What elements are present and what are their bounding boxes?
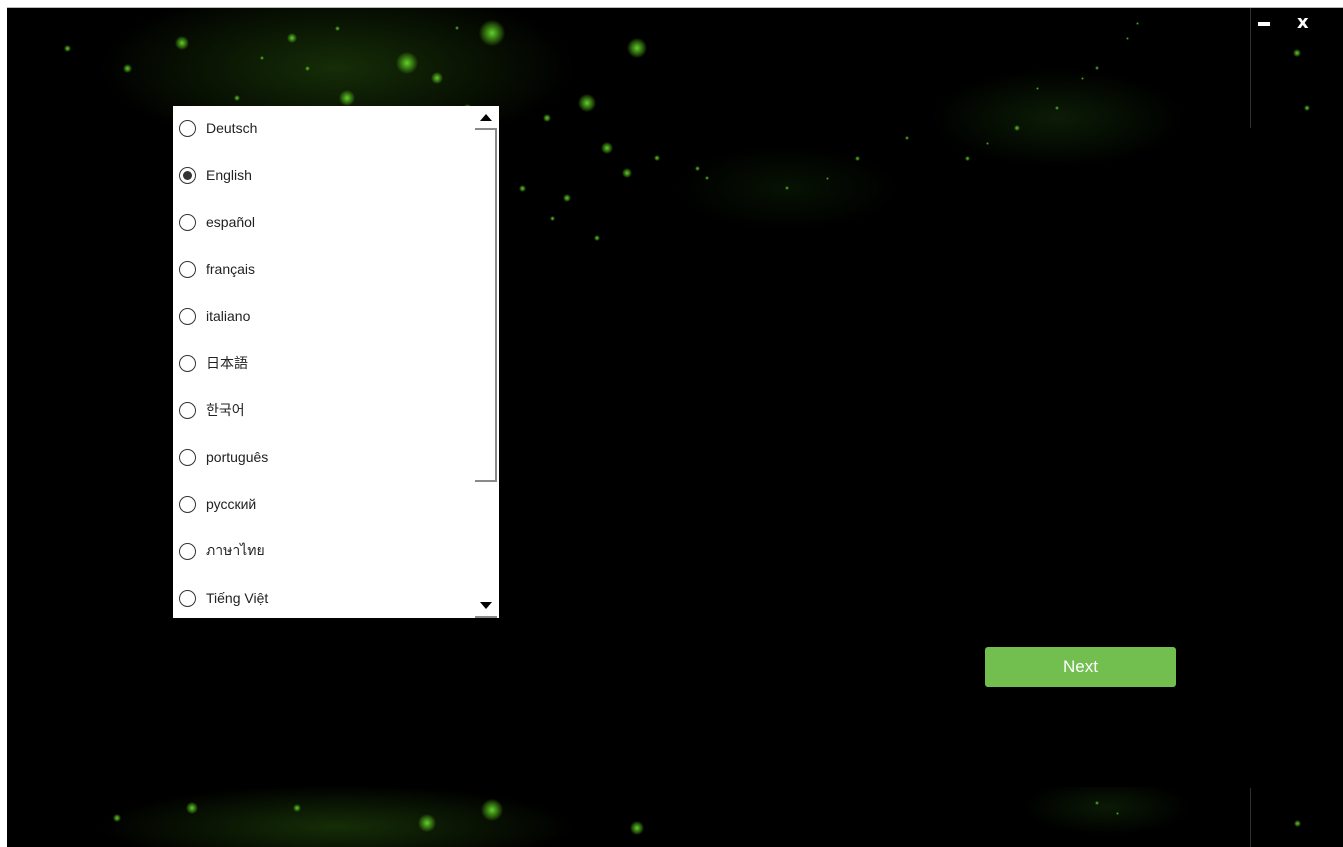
bokeh-dot bbox=[1115, 811, 1119, 815]
bokeh-dot bbox=[1035, 86, 1039, 90]
bokeh-dot bbox=[518, 184, 526, 192]
language-option[interactable]: ภาษาไทย bbox=[173, 536, 473, 566]
arrow-up-icon bbox=[480, 113, 492, 121]
scroll-up-button[interactable] bbox=[475, 106, 497, 130]
language-option-label: español bbox=[206, 214, 256, 230]
installer-window: x Deutsch English español français italiano 日… bbox=[7, 7, 1343, 847]
language-option[interactable]: English bbox=[173, 160, 473, 190]
language-option[interactable]: 한국어 bbox=[173, 395, 473, 425]
bokeh-dot bbox=[964, 155, 970, 161]
bokeh-dot bbox=[1135, 21, 1139, 25]
language-option[interactable]: русский bbox=[173, 489, 473, 519]
bokeh-dot bbox=[287, 33, 297, 43]
bokeh-dot bbox=[549, 215, 555, 221]
bokeh-dot bbox=[1095, 66, 1099, 70]
minimize-button[interactable] bbox=[1257, 14, 1271, 32]
scrollbar[interactable] bbox=[473, 106, 499, 618]
bokeh-dot bbox=[543, 114, 551, 122]
bokeh-dot bbox=[304, 65, 310, 71]
bokeh-dot bbox=[1293, 819, 1301, 827]
bokeh-dot bbox=[479, 20, 505, 46]
language-option-label: Deutsch bbox=[206, 120, 258, 136]
language-option-label: English bbox=[206, 167, 252, 183]
background-bokeh-bottom bbox=[7, 787, 1343, 847]
bokeh-dot bbox=[122, 63, 132, 73]
minimize-icon bbox=[1258, 22, 1270, 26]
bokeh-dot bbox=[260, 56, 264, 60]
bokeh-dot bbox=[431, 72, 443, 84]
language-option[interactable]: italiano bbox=[173, 301, 473, 331]
radio-unchecked-icon[interactable] bbox=[179, 260, 196, 278]
bokeh-dot bbox=[1014, 125, 1020, 131]
bokeh-dot bbox=[1125, 36, 1129, 40]
radio-unchecked-icon[interactable] bbox=[179, 213, 196, 231]
bokeh-dot bbox=[785, 186, 789, 190]
bokeh-dot bbox=[113, 814, 121, 822]
bokeh-dot bbox=[694, 165, 700, 171]
language-option[interactable]: français bbox=[173, 254, 473, 284]
bokeh-dot bbox=[578, 94, 596, 112]
bokeh-dot bbox=[396, 52, 418, 74]
radio-unchecked-icon[interactable] bbox=[179, 589, 196, 607]
bokeh-dot bbox=[985, 141, 989, 145]
bokeh-dot bbox=[627, 38, 647, 58]
bokeh-dot bbox=[455, 26, 459, 30]
bokeh-dot bbox=[1080, 76, 1084, 80]
radio-checked-icon[interactable] bbox=[179, 166, 196, 184]
bokeh-dot bbox=[186, 802, 198, 814]
bokeh-dot bbox=[905, 136, 909, 140]
bokeh-dot bbox=[705, 176, 709, 180]
side-divider bbox=[1250, 8, 1251, 128]
bokeh-dot bbox=[418, 814, 436, 832]
language-option-label: 한국어 bbox=[206, 402, 245, 418]
bokeh-dot bbox=[63, 44, 71, 52]
radio-unchecked-icon[interactable] bbox=[179, 542, 196, 560]
bokeh-dot bbox=[1304, 105, 1310, 111]
language-option[interactable]: 日本語 bbox=[173, 348, 473, 378]
scrollbar-thumb[interactable] bbox=[475, 130, 497, 482]
language-option-label: português bbox=[206, 449, 269, 465]
radio-unchecked-icon[interactable] bbox=[179, 354, 196, 372]
language-list[interactable]: Deutsch English español français italiano 日本語… bbox=[173, 106, 499, 618]
language-option[interactable]: português bbox=[173, 442, 473, 472]
bokeh-dot bbox=[1095, 801, 1099, 805]
side-divider bbox=[1250, 788, 1251, 847]
bokeh-dot bbox=[622, 168, 632, 178]
bokeh-dot bbox=[1293, 49, 1301, 57]
arrow-down-icon bbox=[480, 601, 492, 609]
language-option-label: русский bbox=[206, 496, 257, 512]
bokeh-dot bbox=[293, 804, 301, 812]
bokeh-dot bbox=[563, 194, 571, 202]
radio-unchecked-icon[interactable] bbox=[179, 307, 196, 325]
language-option-label: Tiếng Việt bbox=[206, 590, 269, 606]
language-option-label: ภาษาไทย bbox=[206, 542, 265, 558]
bokeh-dot bbox=[339, 90, 355, 106]
bokeh-dot bbox=[334, 25, 340, 31]
close-button[interactable]: x bbox=[1297, 14, 1309, 32]
bokeh-dot bbox=[175, 36, 189, 50]
bokeh-dot bbox=[654, 155, 660, 161]
radio-unchecked-icon[interactable] bbox=[179, 401, 196, 419]
bokeh-dot bbox=[234, 95, 240, 101]
radio-unchecked-icon[interactable] bbox=[179, 495, 196, 513]
language-option-label: 日本語 bbox=[206, 355, 248, 371]
bokeh-dot bbox=[854, 155, 860, 161]
bokeh-dot bbox=[481, 799, 503, 821]
close-icon: x bbox=[1297, 12, 1309, 33]
bokeh-dot bbox=[825, 176, 829, 180]
language-option[interactable]: Deutsch bbox=[173, 113, 473, 143]
bokeh-dot bbox=[630, 821, 644, 835]
language-option-label: français bbox=[206, 261, 256, 277]
language-option[interactable]: español bbox=[173, 207, 473, 237]
language-option[interactable]: Tiếng Việt bbox=[173, 583, 473, 613]
bokeh-dot bbox=[594, 235, 600, 241]
next-button[interactable]: Next bbox=[985, 647, 1176, 687]
bokeh-dot bbox=[1055, 106, 1059, 110]
scroll-down-button[interactable] bbox=[475, 594, 497, 618]
bokeh-dot bbox=[601, 142, 613, 154]
radio-unchecked-icon[interactable] bbox=[179, 119, 196, 137]
radio-unchecked-icon[interactable] bbox=[179, 448, 196, 466]
language-option-label: italiano bbox=[206, 308, 251, 324]
